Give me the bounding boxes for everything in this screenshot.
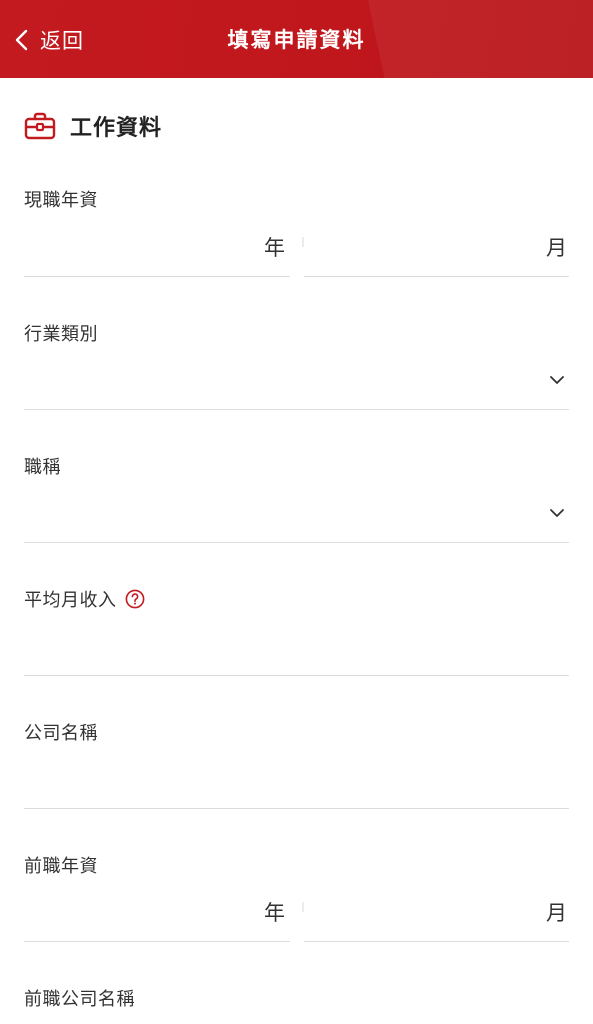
- current-tenure-month-divider: [304, 276, 569, 277]
- company-name-label: 公司名稱: [24, 723, 98, 744]
- previous-tenure-month-input[interactable]: [304, 893, 538, 931]
- chevron-down-icon[interactable]: [546, 369, 568, 391]
- section-title: 工作資料: [70, 116, 163, 141]
- monthly-income-label-text: 平均月收入: [24, 590, 117, 611]
- page-title: 填寫申請資料: [227, 28, 366, 52]
- previous-tenure-year-divider: [24, 941, 290, 942]
- app-header: 返回 填寫申請資料: [0, 0, 593, 78]
- industry-divider: [24, 409, 569, 410]
- monthly-income-divider: [24, 675, 569, 676]
- monthly-income-input[interactable]: [24, 628, 573, 670]
- previous-tenure-year-input[interactable]: [24, 893, 258, 931]
- job-title-select[interactable]: [24, 492, 569, 536]
- help-icon[interactable]: [125, 589, 145, 609]
- industry-label: 行業類別: [24, 324, 98, 345]
- previous-tenure-year-unit: 年: [264, 901, 285, 925]
- job-title-label: 職稱: [24, 457, 61, 478]
- job-title-divider: [24, 542, 569, 543]
- previous-tenure-month-unit: 月: [546, 901, 567, 925]
- current-tenure-label: 現職年資: [24, 190, 98, 211]
- current-tenure-year-divider: [24, 276, 290, 277]
- monthly-income-label: 平均月收入: [24, 586, 145, 612]
- previous-tenure-label: 前職年資: [24, 856, 98, 877]
- current-tenure-month-input[interactable]: [304, 228, 538, 266]
- chevron-down-icon[interactable]: [546, 502, 568, 524]
- company-name-input[interactable]: [24, 760, 573, 802]
- section-heading: 工作資料: [24, 108, 162, 144]
- current-tenure-month-unit: 月: [546, 236, 567, 260]
- current-tenure-year-unit: 年: [264, 236, 285, 260]
- briefcase-icon: [24, 112, 56, 140]
- previous-tenure-month-divider: [304, 941, 569, 942]
- current-tenure-year-input[interactable]: [24, 228, 258, 266]
- industry-select[interactable]: [24, 358, 569, 402]
- company-name-divider: [24, 808, 569, 809]
- previous-company-label: 前職公司名稱: [24, 989, 135, 1010]
